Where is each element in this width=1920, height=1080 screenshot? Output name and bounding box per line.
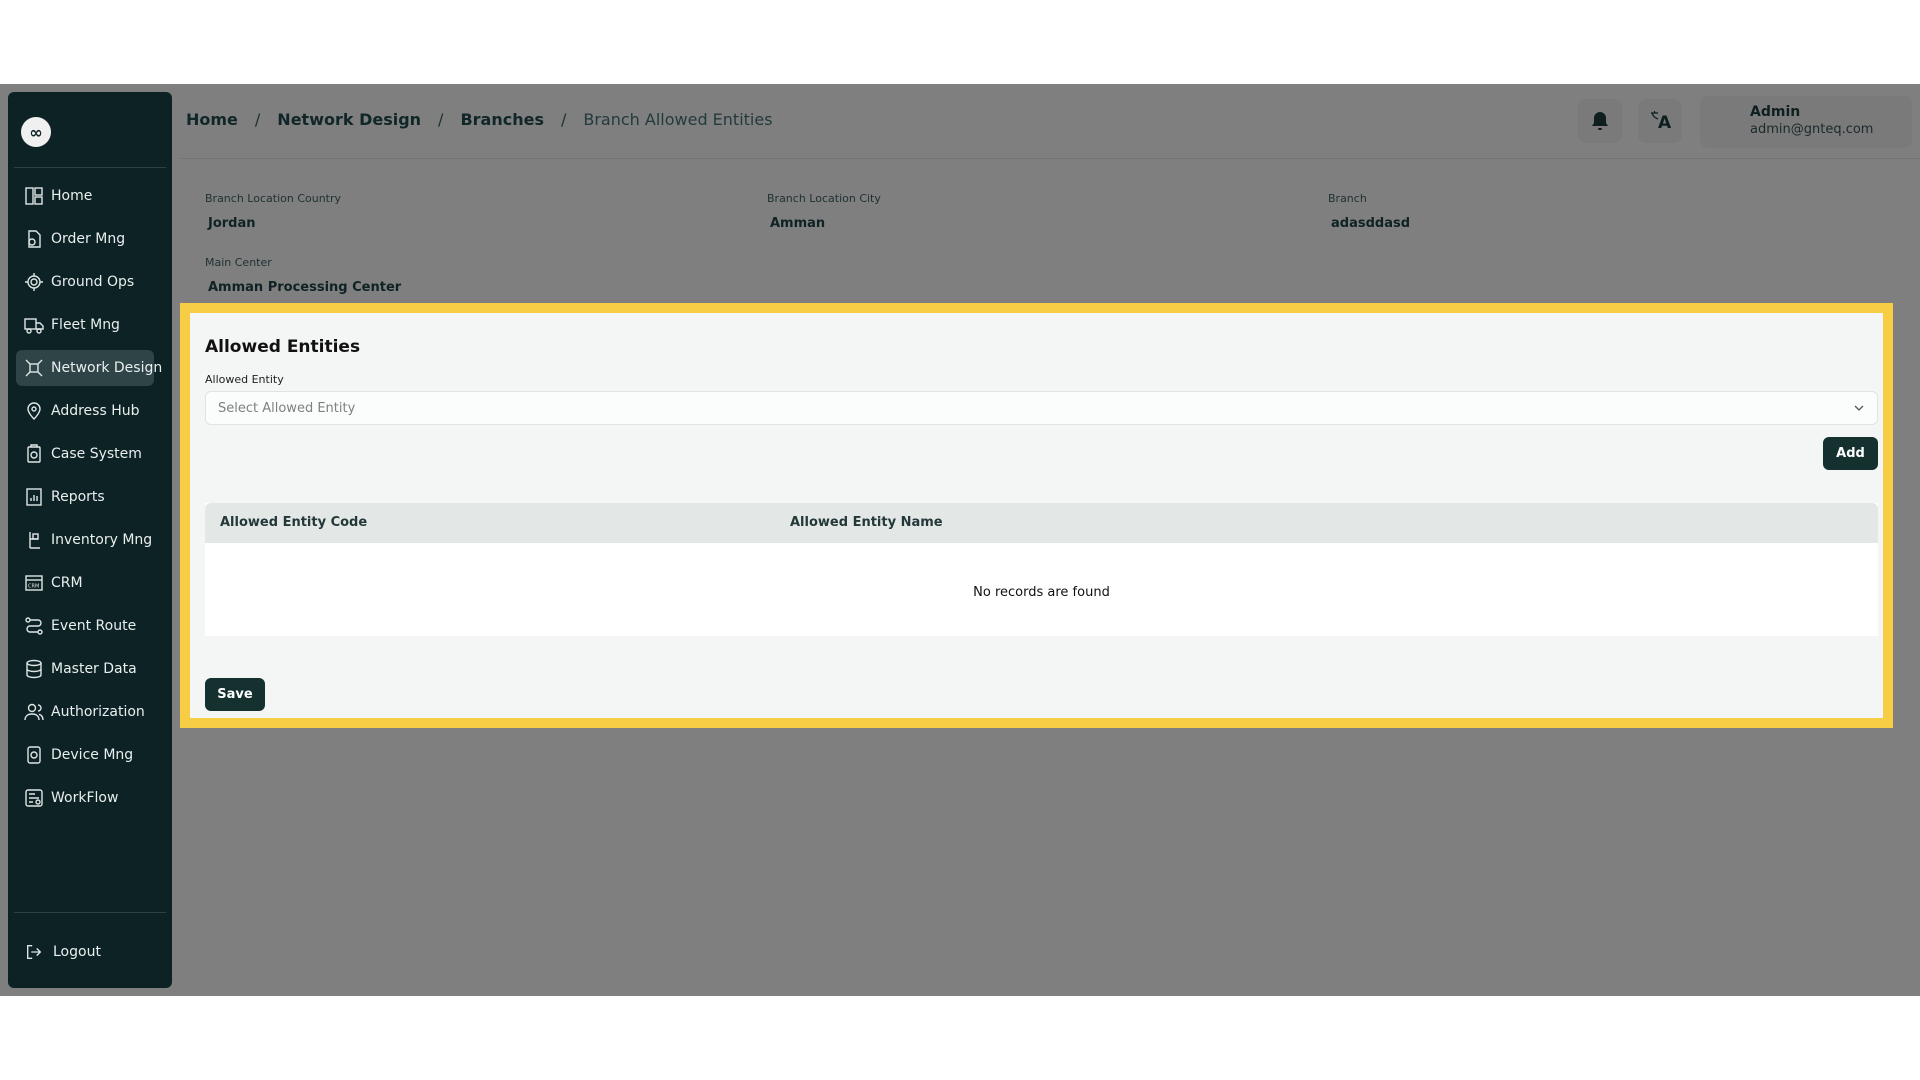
country-value: Jordan	[208, 216, 256, 231]
breadcrumb-network-design[interactable]: Network Design	[277, 110, 421, 129]
breadcrumb-separator: /	[560, 110, 567, 129]
main-center-label: Main Center	[205, 256, 272, 269]
sidebar-item-case-system[interactable]: Case System	[16, 436, 154, 472]
workflow-icon	[25, 789, 43, 807]
logo: ∞	[21, 117, 51, 147]
sidebar-item-label: Network Design	[51, 360, 163, 376]
database-icon	[26, 659, 42, 679]
city-value: Amman	[770, 216, 826, 231]
users-icon	[24, 703, 44, 721]
sidebar-item-label: Home	[51, 188, 93, 204]
chevron-down-icon	[1854, 405, 1864, 411]
device-icon	[27, 746, 41, 764]
reports-icon	[26, 488, 42, 506]
branch-value: adasddasd	[1331, 216, 1411, 231]
sidebar-item-label: Device Mng	[51, 747, 134, 763]
sidebar-item-label: Case System	[51, 446, 142, 462]
allowed-entities-table: Allowed Entity Code Allowed Entity Name …	[205, 503, 1878, 636]
language-button[interactable]: A	[1638, 99, 1682, 143]
city-field: Branch Location City Amman	[767, 192, 881, 231]
sidebar-item-label: Order Mng	[51, 231, 126, 247]
add-button[interactable]: Add	[1823, 437, 1878, 470]
panel-title: Allowed Entities	[205, 337, 361, 357]
sidebar-item-authorization[interactable]: Authorization	[16, 694, 154, 730]
breadcrumb-home[interactable]: Home	[186, 110, 238, 129]
user-menu[interactable]: Admin admin@gnteq.com	[1700, 96, 1912, 148]
branch-label: Branch	[1328, 192, 1367, 205]
city-label: Branch Location City	[767, 192, 881, 205]
sidebar-item-label: Inventory Mng	[51, 532, 153, 548]
sidebar-item-master-data[interactable]: Master Data	[16, 651, 154, 687]
branch-field: Branch adasddasd	[1328, 192, 1410, 231]
sidebar-item-ground-ops[interactable]: Ground Ops	[16, 264, 154, 300]
column-header-name[interactable]: Allowed Entity Name	[790, 515, 943, 530]
case-icon	[27, 444, 41, 463]
svg-text:CRM: CRM	[28, 584, 39, 590]
inventory-icon	[29, 532, 40, 549]
allowed-entities-panel: Allowed Entities Allowed Entity Select A…	[180, 303, 1893, 728]
sidebar: ∞ Home Order Mng Ground Ops Fleet Mng Ne…	[8, 92, 172, 988]
breadcrumb-separator: /	[254, 110, 261, 129]
sidebar-item-order-mng[interactable]: Order Mng	[16, 221, 154, 257]
sidebar-item-workflow[interactable]: WorkFlow	[16, 780, 154, 816]
empty-state-message: No records are found	[973, 585, 1110, 600]
save-button[interactable]: Save	[205, 678, 265, 711]
sidebar-item-label: Ground Ops	[51, 274, 135, 290]
home-icon	[25, 187, 43, 205]
user-email: admin@gnteq.com	[1750, 122, 1874, 137]
country-field: Branch Location Country Jordan	[205, 192, 341, 231]
sidebar-item-label: Address Hub	[51, 403, 140, 419]
notifications-button[interactable]	[1578, 99, 1622, 143]
main-center-value: Amman Processing Center	[208, 280, 402, 295]
location-icon	[27, 402, 41, 420]
language-glyph: A	[1658, 113, 1672, 133]
column-header-code[interactable]: Allowed Entity Code	[220, 515, 367, 530]
app-shell: ∞ Home Order Mng Ground Ops Fleet Mng Ne…	[0, 84, 1920, 996]
sidebar-item-network-design[interactable]: Network Design	[16, 350, 162, 386]
sidebar-item-inventory-mng[interactable]: Inventory Mng	[16, 522, 154, 558]
ground-ops-icon	[25, 273, 43, 291]
crm-icon: CRM	[25, 575, 43, 591]
country-label: Branch Location Country	[205, 192, 342, 205]
breadcrumb-separator: /	[438, 110, 444, 129]
sidebar-item-label: Fleet Mng	[51, 317, 120, 333]
route-icon	[25, 617, 43, 635]
network-icon	[25, 359, 43, 377]
sidebar-divider	[14, 167, 166, 168]
breadcrumb: Home / Network Design / Branches / Branc…	[186, 110, 773, 129]
sidebar-divider	[14, 912, 166, 913]
logout-icon	[27, 945, 42, 959]
sidebar-item-device-mng[interactable]: Device Mng	[16, 737, 154, 773]
sidebar-item-address-hub[interactable]: Address Hub	[16, 393, 154, 429]
header-divider	[180, 158, 1920, 159]
sidebar-item-label: Authorization	[51, 704, 145, 720]
logout-button[interactable]: Logout	[25, 937, 155, 967]
main-center-field: Main Center Amman Processing Center	[205, 256, 401, 295]
order-icon	[28, 230, 41, 248]
sidebar-item-label: Reports	[51, 489, 105, 505]
allowed-entity-label: Allowed Entity	[205, 373, 284, 386]
sidebar-item-fleet-mng[interactable]: Fleet Mng	[16, 307, 154, 343]
sidebar-item-label: Event Route	[51, 618, 137, 634]
sidebar-item-event-route[interactable]: Event Route	[16, 608, 154, 644]
sidebar-item-reports[interactable]: Reports	[16, 479, 154, 515]
sidebar-item-label: CRM	[51, 575, 83, 591]
sidebar-item-home[interactable]: Home	[16, 178, 154, 214]
truck-icon	[24, 318, 44, 334]
bell-icon	[1592, 112, 1608, 130]
sidebar-nav: Home Order Mng Ground Ops Fleet Mng Netw…	[8, 178, 172, 823]
allowed-entity-select[interactable]: Select Allowed Entity	[205, 391, 1878, 425]
sidebar-item-label: Master Data	[51, 661, 137, 677]
user-name: Admin	[1750, 104, 1801, 120]
select-placeholder: Select Allowed Entity	[218, 400, 356, 416]
breadcrumb-current: Branch Allowed Entities	[583, 110, 773, 129]
breadcrumb-branches[interactable]: Branches	[460, 110, 544, 129]
logout-label: Logout	[53, 944, 101, 960]
sidebar-item-crm[interactable]: CRM CRM	[16, 565, 154, 601]
sidebar-item-label: WorkFlow	[51, 790, 119, 806]
table-header: Allowed Entity Code Allowed Entity Name	[205, 503, 1878, 543]
